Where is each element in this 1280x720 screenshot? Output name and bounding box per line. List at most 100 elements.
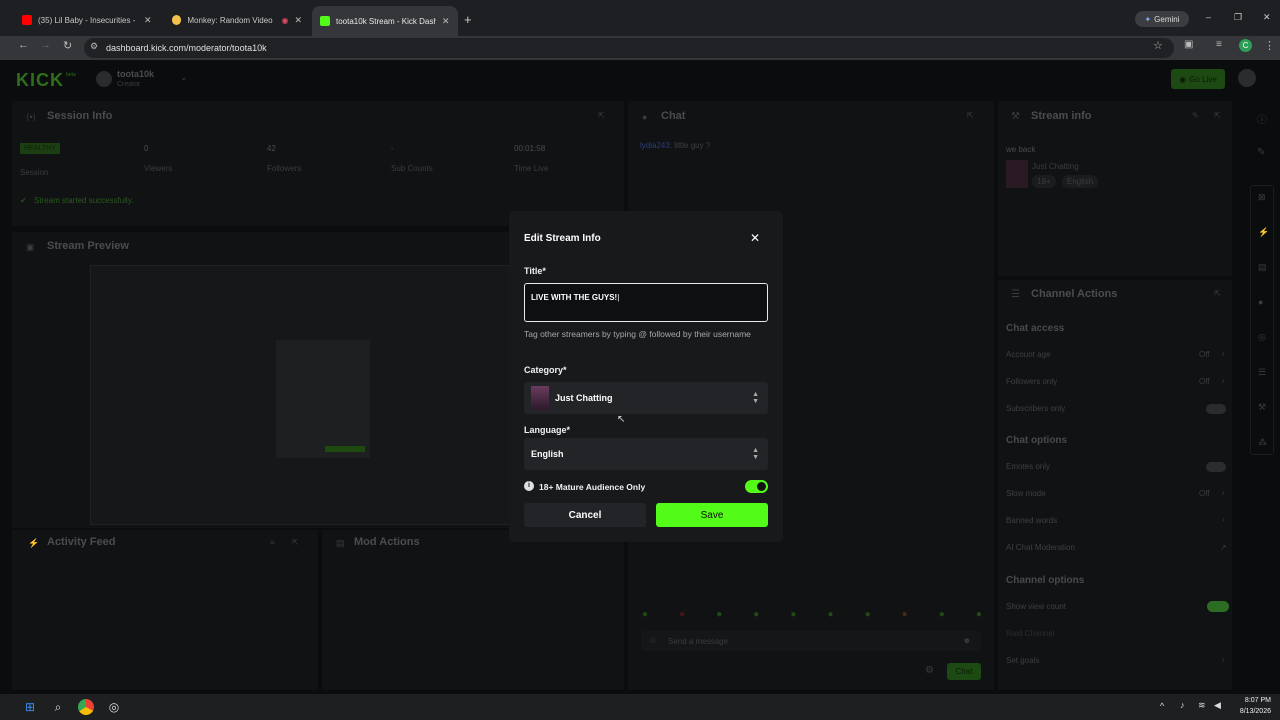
emote-picker-icon[interactable]: ☻ (963, 636, 971, 645)
search-icon[interactable]: ⌕ (50, 699, 66, 715)
save-button[interactable]: Save (656, 503, 768, 527)
ai-moderation-row[interactable]: AI Chat Moderation (1006, 543, 1075, 552)
emote-icon[interactable]: ● (902, 609, 908, 623)
chevron-right-icon[interactable]: › (1222, 655, 1225, 664)
account-age-row[interactable]: Account age (1006, 350, 1050, 359)
windows-start-icon[interactable]: ⊞ (22, 699, 38, 715)
session-icon: ⟨•⟩ (26, 112, 37, 122)
volume-icon[interactable]: ◀ (1214, 700, 1221, 711)
profile-avatar[interactable]: C (1239, 39, 1252, 52)
layers-icon[interactable]: ☰ (1258, 367, 1266, 378)
show-view-count-toggle[interactable] (1207, 601, 1229, 612)
emote-icon[interactable]: ● (976, 609, 982, 623)
user-avatar[interactable] (1238, 69, 1256, 87)
followers-only-row[interactable]: Followers only (1006, 377, 1057, 386)
tab-monkey[interactable]: Monkey: Random Video Ch ◉ ✕ (164, 8, 310, 32)
wrench-icon[interactable]: ⚒ (1258, 402, 1266, 413)
reload-icon[interactable]: ↻ (63, 39, 72, 52)
cancel-button[interactable]: Cancel (524, 503, 646, 527)
pencil-icon[interactable]: ✎ (1257, 147, 1265, 158)
language-select[interactable]: English ▲ ▼ (524, 438, 768, 470)
chevron-right-icon[interactable]: › (1222, 488, 1225, 497)
stream-info-panel (998, 101, 1232, 276)
lightning-icon[interactable]: ⚡ (1258, 227, 1269, 238)
chat-title: Chat (661, 110, 686, 122)
minimize-button[interactable]: – (1206, 12, 1211, 22)
tool-icon[interactable]: ⊠ (1258, 192, 1266, 203)
pencil-icon[interactable]: ✎ (1192, 111, 1199, 120)
microphone-icon[interactable]: ♪ (1180, 700, 1185, 710)
tab-youtube[interactable]: (35) Lil Baby - Insecurities - You ✕ (14, 8, 164, 32)
users-icon[interactable]: ⁂ (1258, 437, 1267, 448)
maximize-button[interactable]: ❐ (1234, 12, 1242, 23)
slow-mode-row[interactable]: Slow mode (1006, 489, 1046, 498)
chat-input[interactable]: ☺ Send a message ☻ (641, 631, 981, 651)
title-value: LIVE WITH THE GUYS! (531, 293, 618, 302)
send-chat-button[interactable]: Chat (947, 663, 981, 680)
close-icon[interactable]: ✕ (144, 15, 152, 26)
emote-icon[interactable]: ● (679, 609, 685, 623)
media-icon[interactable]: ≡ (1216, 39, 1222, 50)
forward-icon[interactable]: → (40, 39, 51, 51)
chevron-right-icon[interactable]: › (1222, 376, 1225, 385)
new-tab-button[interactable]: + (464, 12, 472, 27)
menu-dots-icon[interactable]: ⋮ (1264, 39, 1275, 52)
emote-icon[interactable]: ● (716, 609, 722, 623)
banned-words-row[interactable]: Banned words (1006, 516, 1057, 525)
mature-toggle[interactable] (745, 480, 768, 493)
set-goals-row[interactable]: Set goals (1006, 656, 1039, 665)
chat-username[interactable]: lydia243 (640, 141, 670, 150)
site-info-icon[interactable]: ⚙ (90, 41, 98, 52)
chat-bubble-icon[interactable]: ● (1258, 297, 1263, 307)
clock-date[interactable]: 8/13/2026 (1233, 708, 1271, 715)
subscribers-only-toggle[interactable] (1206, 404, 1226, 414)
chevron-right-icon[interactable]: › (1222, 515, 1225, 524)
gemini-button[interactable]: ✦ Gemini (1135, 11, 1189, 27)
popout-icon[interactable]: ⇱ (292, 538, 299, 547)
popout-icon[interactable]: ⇱ (1214, 289, 1221, 298)
channel-role: Creator (117, 81, 141, 88)
emotes-only-toggle[interactable] (1206, 462, 1226, 472)
emote-icon[interactable]: ● (790, 609, 796, 623)
cast-icon[interactable]: ▣ (1184, 39, 1193, 50)
chevron-right-icon[interactable]: › (1222, 349, 1225, 358)
emote-icon[interactable]: ● (753, 609, 759, 623)
title-input[interactable]: LIVE WITH THE GUYS!| (524, 283, 768, 322)
category-value: Just Chatting (555, 393, 613, 403)
close-window-button[interactable]: ✕ (1263, 12, 1271, 23)
go-live-button[interactable]: ◉ Go Live (1171, 69, 1225, 89)
popout-icon[interactable]: ⇱ (967, 111, 974, 120)
kick-logo[interactable]: KICK (16, 70, 64, 91)
back-icon[interactable]: ← (18, 39, 29, 51)
emoji-icon[interactable]: ☺ (649, 636, 657, 645)
emote-icon[interactable]: ● (827, 609, 833, 623)
category-select[interactable]: Just Chatting ▲ ▼ (524, 382, 768, 414)
obs-icon[interactable]: ◎ (106, 699, 122, 715)
emote-icon[interactable]: ● (865, 609, 871, 623)
gear-icon[interactable]: ⚙ (925, 665, 934, 676)
close-icon[interactable]: ✕ (750, 231, 760, 245)
popout-icon[interactable]: ⇱ (598, 111, 605, 120)
document-icon[interactable]: ▤ (1258, 262, 1267, 273)
sparkle-icon: ✦ (1144, 14, 1152, 24)
emote-icon[interactable]: ● (939, 609, 945, 623)
close-icon[interactable]: ✕ (442, 16, 450, 27)
emote-icon[interactable]: ● (642, 609, 648, 623)
chevron-down-icon[interactable]: ⌄ (180, 72, 188, 83)
close-icon[interactable]: ✕ (294, 15, 302, 26)
clock-time[interactable]: 8:07 PM (1237, 697, 1271, 704)
tab-kick-dashboard[interactable]: toota10k Stream - Kick Dashbo ✕ (312, 6, 458, 36)
wifi-icon[interactable]: ≋ (1198, 700, 1206, 711)
filter-icon[interactable]: ≡ (270, 538, 275, 547)
url-input[interactable]: dashboard.kick.com/moderator/toota10k (84, 38, 1174, 58)
broadcast-icon[interactable]: ◎ (1258, 332, 1266, 343)
subscribers-only-row: Subscribers only (1006, 404, 1066, 413)
info-icon[interactable]: ⓘ (1257, 111, 1267, 126)
bookmark-star-icon[interactable]: ☆ (1153, 39, 1163, 52)
popout-icon[interactable]: ⇱ (1214, 111, 1221, 120)
chrome-icon[interactable] (78, 699, 94, 715)
external-link-icon[interactable]: ↗ (1220, 543, 1227, 552)
channel-avatar[interactable] (96, 71, 112, 87)
status-message: Stream started successfully. (34, 196, 134, 205)
tray-chevron-icon[interactable]: ^ (1160, 701, 1164, 711)
